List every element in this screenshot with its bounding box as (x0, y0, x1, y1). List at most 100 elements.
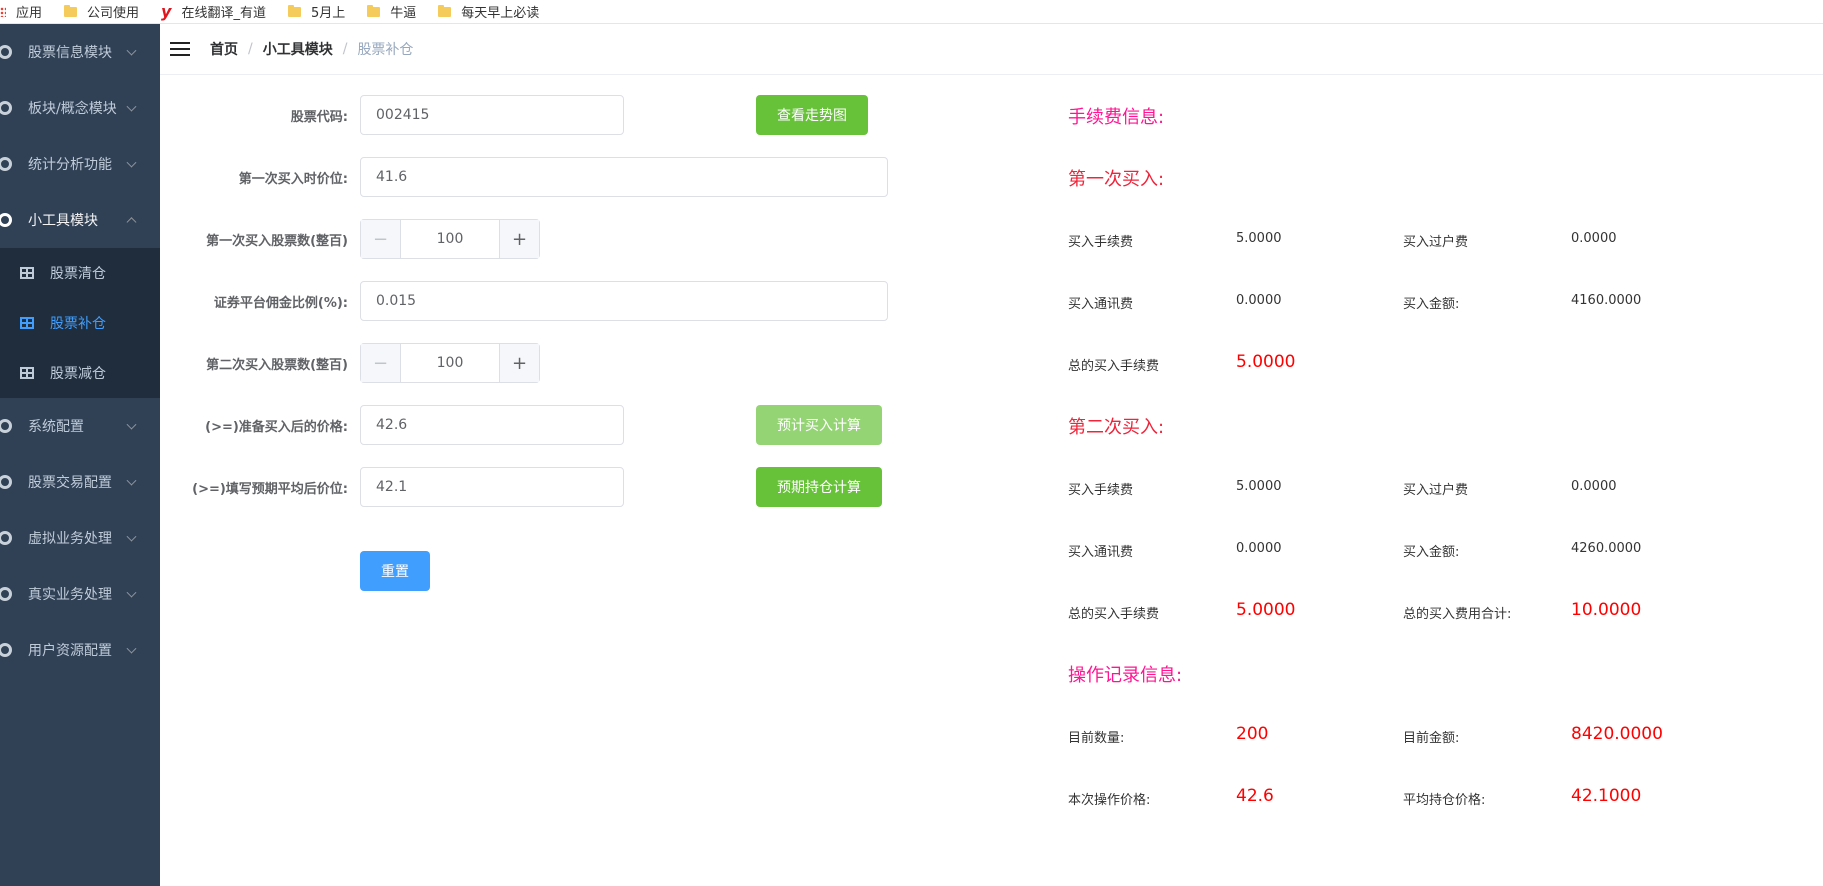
chevron-down-icon (126, 45, 137, 56)
folder-icon (287, 4, 301, 17)
second-buy-fee-label: 买入手续费 (1068, 483, 1134, 498)
second-qty-minus-button[interactable]: − (361, 344, 401, 382)
second-qty-value[interactable]: 100 (401, 344, 499, 382)
sidebar-item-virtual-business[interactable]: 虚拟业务处理 (0, 510, 160, 566)
youdao-icon: y (161, 2, 172, 21)
sidebar-item-stock-info[interactable]: 股票信息模块 (0, 24, 160, 80)
lifebuoy-icon (0, 643, 12, 657)
first-buy-title: 第一次买入: (1068, 169, 1165, 190)
folder-icon (438, 4, 452, 17)
first-buy-fee-value: 5.0000 (1236, 231, 1282, 246)
sidebar-item-label: 真实业务处理 (28, 587, 112, 603)
bookmark-label: 每天早上必读 (461, 6, 540, 21)
current-qty-value: 200 (1236, 724, 1269, 744)
second-qty-label: 第二次买入股票数(整百) (206, 358, 348, 373)
first-comm-fee-value: 0.0000 (1236, 293, 1282, 308)
second-qty-plus-button[interactable]: + (499, 344, 539, 382)
tools-submenu: 股票清仓 股票补仓 股票减仓 (0, 248, 160, 398)
planned-price-label: (>=)准备买入后的价格: (205, 420, 348, 435)
breadcrumb-separator: / (342, 41, 348, 57)
fee-info-title: 手续费信息: (1068, 107, 1165, 128)
breadcrumb: 首页 / 小工具模块 / 股票补仓 (210, 39, 413, 59)
first-comm-fee-label: 买入通讯费 (1068, 297, 1134, 312)
breadcrumb-home[interactable]: 首页 (210, 39, 238, 59)
lifebuoy-icon (0, 531, 12, 545)
second-qty-stepper: − 100 + (360, 343, 540, 383)
bookmark-label: 5月上 (310, 6, 346, 21)
navbar: 首页 / 小工具模块 / 股票补仓 (160, 24, 1823, 75)
view-chart-button[interactable]: 查看走势图 (756, 95, 868, 135)
chevron-up-icon (126, 217, 137, 228)
sidebar-item-label: 小工具模块 (28, 213, 98, 229)
second-transfer-fee-label: 买入过户费 (1403, 483, 1469, 498)
chevron-down-icon (126, 587, 137, 598)
commission-input[interactable]: 0.015 (360, 281, 888, 321)
table-icon (20, 317, 34, 329)
chevron-down-icon (126, 643, 137, 654)
lifebuoy-icon (0, 157, 12, 171)
current-amount-label: 目前金额: (1403, 731, 1460, 746)
second-amount-value: 4260.0000 (1571, 541, 1642, 556)
first-total-fee-label: 总的买入手续费 (1068, 359, 1160, 374)
bookmark-company[interactable]: 公司使用 (64, 2, 139, 21)
second-total-fee-value: 5.0000 (1236, 600, 1296, 620)
bookmarks-bar: 应用 公司使用 y 在线翻译_有道 5月上 牛逼 每天早上必读 (0, 0, 1823, 24)
first-qty-value[interactable]: 100 (401, 220, 499, 258)
planned-price-input[interactable]: 42.6 (360, 405, 624, 445)
breadcrumb-separator: / (248, 41, 253, 57)
first-qty-stepper: − 100 + (360, 219, 540, 259)
table-icon (20, 267, 34, 279)
first-price-input[interactable]: 41.6 (360, 157, 888, 197)
hamburger-icon[interactable] (170, 41, 190, 57)
bookmark-morning[interactable]: 每天早上必读 (438, 2, 539, 21)
sidebar-item-label: 股票信息模块 (28, 45, 112, 61)
first-qty-plus-button[interactable]: + (499, 220, 539, 258)
second-comm-fee-label: 买入通讯费 (1068, 545, 1134, 560)
bookmark-apps[interactable]: 应用 (0, 2, 42, 21)
avg-hold-price-label: 平均持仓价格: (1403, 793, 1486, 808)
bookmark-label: 在线翻译_有道 (181, 6, 266, 21)
sidebar-subitem-clear-position[interactable]: 股票清仓 (0, 248, 160, 298)
second-amount-label: 买入金额: (1403, 545, 1460, 560)
lifebuoy-icon (0, 101, 12, 115)
expected-avg-label: (>=)填写预期平均后价位: (192, 482, 348, 497)
lifebuoy-icon (0, 419, 12, 433)
first-qty-minus-button[interactable]: − (361, 220, 401, 258)
bookmark-may[interactable]: 5月上 (287, 2, 346, 21)
stock-code-label: 股票代码: (290, 110, 348, 125)
sidebar-item-user-resources[interactable]: 用户资源配置 (0, 622, 160, 678)
first-amount-label: 买入金额: (1403, 297, 1460, 312)
sidebar-subitem-label: 股票清仓 (50, 266, 106, 282)
second-transfer-fee-value: 0.0000 (1571, 479, 1617, 494)
first-amount-value: 4160.0000 (1571, 293, 1642, 308)
sidebar-subitem-label: 股票补仓 (50, 316, 106, 332)
current-amount-value: 8420.0000 (1571, 724, 1663, 744)
lifebuoy-icon (0, 587, 12, 601)
bookmark-niubi[interactable]: 牛逼 (367, 2, 416, 21)
second-buy-fee-value: 5.0000 (1236, 479, 1282, 494)
sidebar-item-label: 用户资源配置 (28, 643, 112, 659)
record-info-title: 操作记录信息: (1068, 665, 1183, 686)
second-total-cost-value: 10.0000 (1571, 600, 1642, 620)
first-price-label: 第一次买入时价位: (238, 172, 348, 187)
avg-hold-price-value: 42.1000 (1571, 786, 1642, 806)
expected-hold-button[interactable]: 预期持仓计算 (756, 467, 882, 507)
current-qty-label: 目前数量: (1068, 731, 1125, 746)
operation-price-label: 本次操作价格: (1068, 793, 1151, 808)
sidebar: 股票信息模块 板块/概念模块 统计分析功能 小工具模块 股票清仓 股票补仓 股票… (0, 24, 160, 886)
estimate-buy-button[interactable]: 预计买入计算 (756, 405, 882, 445)
first-buy-fee-label: 买入手续费 (1068, 235, 1134, 250)
bookmark-label: 公司使用 (87, 6, 140, 21)
bookmark-youdao[interactable]: y 在线翻译_有道 (161, 2, 266, 21)
chevron-down-icon (126, 531, 137, 542)
breadcrumb-module[interactable]: 小工具模块 (263, 39, 333, 59)
stock-code-input[interactable]: 002415 (360, 95, 624, 135)
bookmark-label: 应用 (16, 6, 43, 21)
second-total-cost-label: 总的买入费用合计: (1403, 607, 1512, 622)
lifebuoy-icon (0, 213, 12, 227)
sidebar-item-label: 虚拟业务处理 (28, 531, 112, 547)
reset-button[interactable]: 重置 (360, 551, 430, 591)
expected-avg-input[interactable]: 42.1 (360, 467, 624, 507)
sidebar-item-real-business[interactable]: 真实业务处理 (0, 566, 160, 622)
first-transfer-fee-value: 0.0000 (1571, 231, 1617, 246)
